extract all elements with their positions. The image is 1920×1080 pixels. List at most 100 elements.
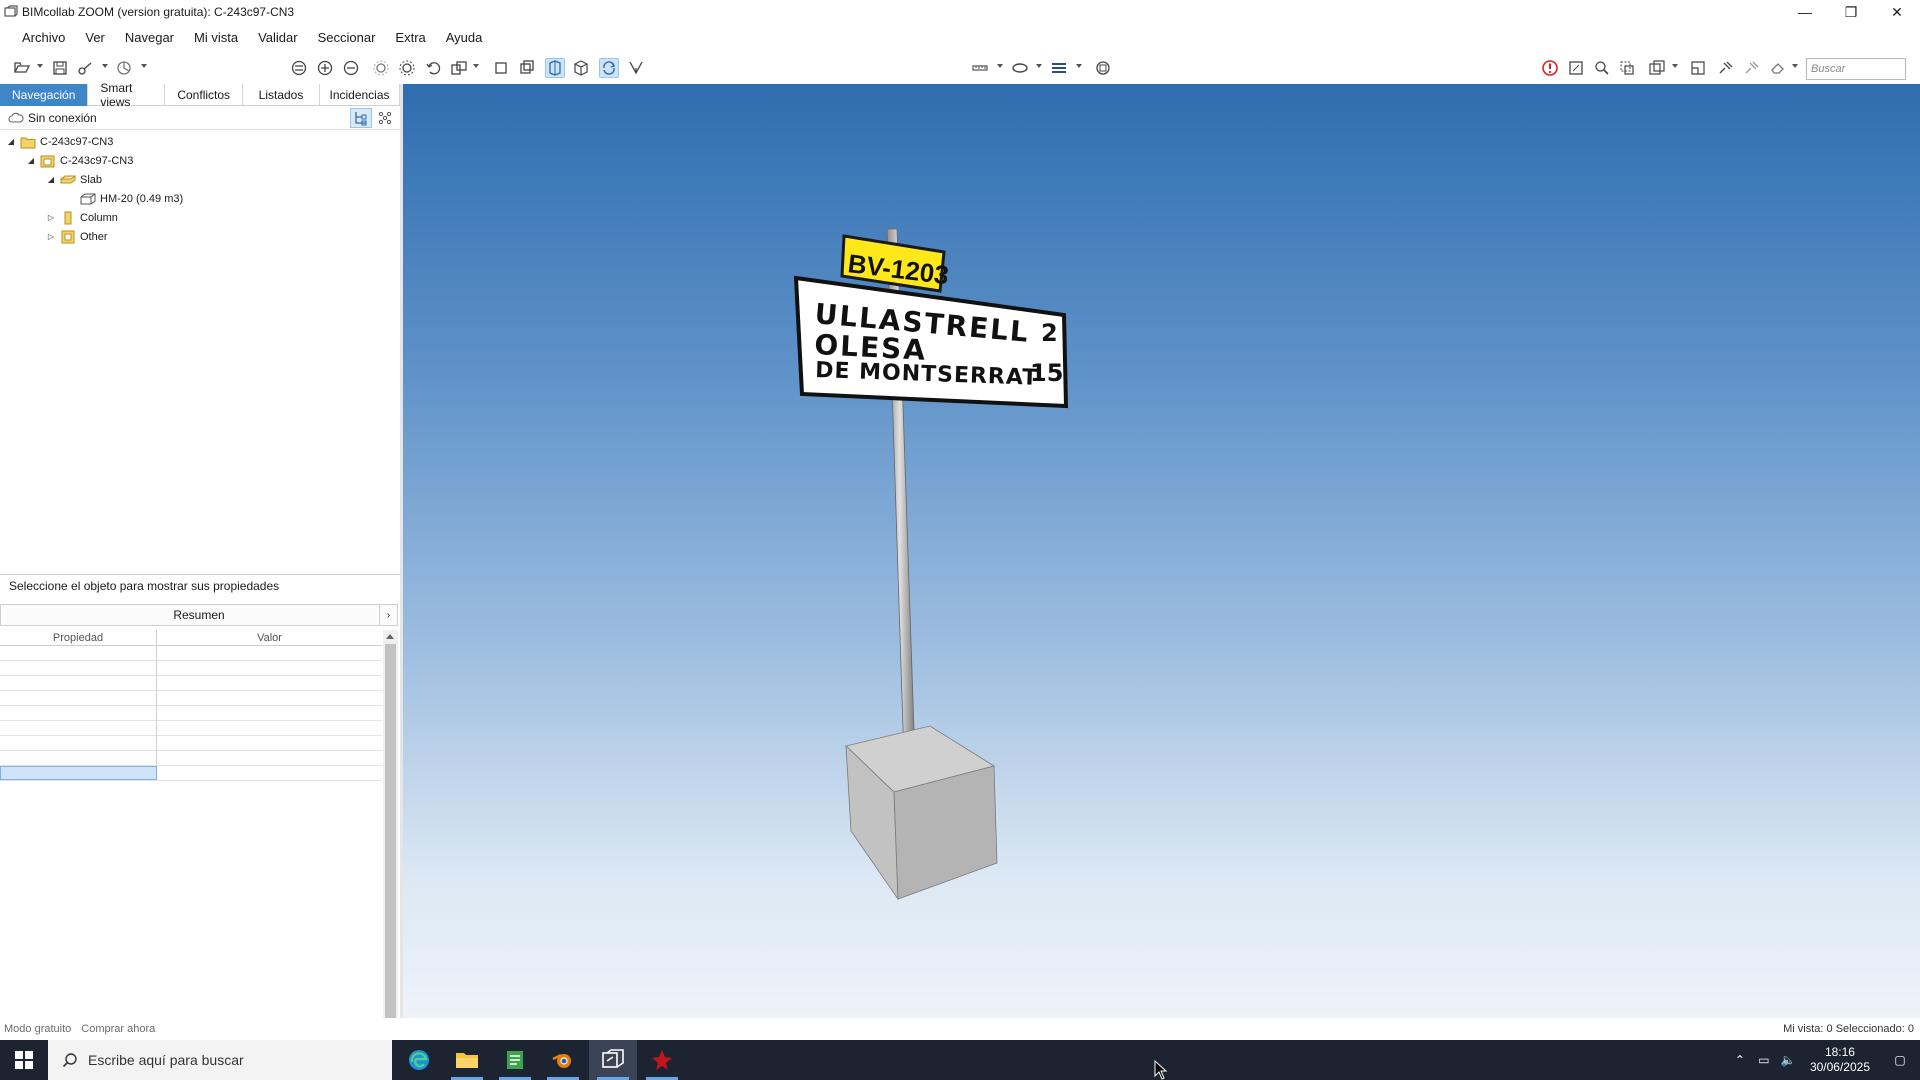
scroll-up-arrow[interactable] [386, 634, 394, 639]
notifications-icon[interactable]: ▢ [1880, 1053, 1920, 1067]
zoom-selection-icon[interactable] [1592, 58, 1612, 78]
taskbar-clock[interactable]: 18:16 30/06/2025 [1800, 1045, 1880, 1075]
share-icon[interactable] [114, 58, 134, 78]
menu-seccionar[interactable]: Seccionar [308, 30, 386, 45]
collapse-toggle[interactable]: ◢ [26, 156, 36, 166]
view-presets-icon[interactable] [449, 58, 469, 78]
tree-node-label: HM-20 (0.49 m3) [100, 192, 184, 205]
measure-icon[interactable] [970, 58, 990, 78]
taskbar-app-red[interactable] [638, 1040, 686, 1080]
chevron-up-icon[interactable]: ⌃ [1728, 1053, 1752, 1067]
column-header-property[interactable]: Propiedad [0, 630, 157, 645]
tree-node-project[interactable]: ◢ C-243c97-CN3 [0, 132, 400, 151]
close-button[interactable]: ✕ [1874, 0, 1920, 24]
menu-mi-vista[interactable]: Mi vista [184, 30, 248, 45]
open-icon[interactable] [12, 58, 32, 78]
section-box-icon[interactable] [517, 58, 537, 78]
collapse-toggle[interactable]: ◢ [46, 175, 56, 185]
fit-view-icon[interactable] [289, 58, 309, 78]
section-plane-icon[interactable] [545, 58, 565, 78]
tab-smart-views[interactable]: Smart views [88, 81, 166, 109]
restore-button[interactable]: ❐ [1828, 0, 1874, 24]
tab-navegacion[interactable]: Navegación [0, 84, 89, 106]
table-row [0, 661, 382, 676]
chevron-right-icon[interactable]: › [379, 605, 397, 625]
expand-toggle[interactable]: ▷ [46, 232, 56, 242]
camera-icon[interactable] [1093, 58, 1113, 78]
walk-icon[interactable] [626, 58, 646, 78]
box-select-icon[interactable] [491, 58, 511, 78]
table-row [0, 706, 382, 721]
edge-icon [409, 1050, 429, 1070]
undo-view-icon[interactable] [424, 58, 444, 78]
menu-navegar[interactable]: Navegar [115, 30, 184, 45]
link-icon[interactable] [76, 58, 96, 78]
orbit-icon[interactable] [599, 58, 619, 78]
title-bar: BIMcollab ZOOM (version gratuita): C-243… [0, 0, 1920, 24]
column-header-value[interactable]: Valor [157, 630, 382, 645]
light-on-icon[interactable] [397, 58, 417, 78]
expand-toggle[interactable]: ▷ [46, 213, 56, 223]
tab-conflictos[interactable]: Conflictos [165, 84, 244, 106]
bimcollab-window: BIMcollab ZOOM (version gratuita): C-243… [0, 0, 1920, 1080]
tree-node-hm20[interactable]: HM-20 (0.49 m3) [0, 189, 400, 208]
lines-icon[interactable] [1049, 58, 1069, 78]
markup-icon[interactable] [1742, 58, 1762, 78]
zoom-in-icon[interactable] [315, 58, 335, 78]
minimize-button[interactable]: — [1782, 0, 1828, 24]
zoom-out-icon[interactable] [341, 58, 361, 78]
slab-icon [60, 175, 76, 183]
properties-scrollbar[interactable] [383, 630, 398, 1080]
tree-view-button[interactable] [350, 108, 372, 128]
screenshot-icon[interactable] [1566, 58, 1586, 78]
search-input[interactable]: Buscar [1806, 58, 1906, 80]
menu-ver[interactable]: Ver [75, 30, 115, 45]
taskbar-file-explorer[interactable] [443, 1040, 491, 1080]
floor-plan-icon[interactable] [1688, 58, 1708, 78]
buy-now-link[interactable]: Comprar ahora [81, 1023, 155, 1035]
road-number-plate[interactable]: BV-1203 [840, 234, 950, 293]
menu-archivo[interactable]: Archivo [12, 30, 75, 45]
start-button[interactable] [0, 1040, 48, 1080]
concrete-base[interactable] [845, 725, 998, 901]
tab-listados[interactable]: Listados [243, 84, 320, 106]
table-row [0, 646, 382, 661]
blender-icon [552, 1053, 571, 1068]
menu-ayuda[interactable]: Ayuda [436, 30, 493, 45]
tree-node-label: C-243c97-CN3 [60, 154, 134, 167]
tree-node-other[interactable]: ▷ Other [0, 227, 400, 246]
ellipse-icon[interactable] [1010, 58, 1030, 78]
3d-scene[interactable]: BV-1203 ULLASTRELL OLESA DE MONTSERRAT 2… [403, 84, 1920, 1018]
collapse-toggle[interactable]: ◢ [6, 137, 16, 147]
light-off-icon[interactable] [371, 58, 391, 78]
tree-node-model[interactable]: ◢ C-243c97-CN3 [0, 151, 400, 170]
table-row-selected[interactable] [0, 766, 382, 781]
eraser-icon[interactable] [1768, 58, 1788, 78]
menu-validar[interactable]: Validar [248, 30, 308, 45]
3d-viewport[interactable]: BV-1203 ULLASTRELL OLESA DE MONTSERRAT 2… [403, 84, 1920, 1018]
other-icon [61, 230, 75, 243]
taskbar-notepad[interactable] [491, 1040, 539, 1080]
taskbar-search[interactable]: Escribe aquí para buscar [48, 1040, 392, 1080]
taskbar-edge[interactable] [395, 1040, 443, 1080]
no-toggle [66, 194, 76, 204]
tree-node-column[interactable]: ▷ Column [0, 208, 400, 227]
visibility-icon[interactable] [1647, 58, 1667, 78]
tab-incidencias[interactable]: Incidencias [320, 84, 400, 106]
network-icon[interactable]: ▭ [1752, 1053, 1776, 1067]
issue-alert-icon[interactable] [1540, 58, 1560, 78]
speaker-icon[interactable]: 🔈 [1776, 1053, 1800, 1067]
cube-icon[interactable] [571, 58, 591, 78]
isolate-icon[interactable] [1617, 58, 1637, 78]
summary-header[interactable]: Resumen › [0, 604, 398, 626]
tree-node-label: Column [80, 211, 118, 224]
menu-extra[interactable]: Extra [385, 30, 435, 45]
taskbar-blender[interactable] [539, 1040, 587, 1080]
flat-view-button[interactable] [374, 108, 396, 128]
save-icon[interactable] [50, 58, 70, 78]
tree-node-slab[interactable]: ◢ Slab [0, 170, 400, 189]
pin-icon[interactable] [1716, 58, 1736, 78]
taskbar-bimcollab[interactable] [589, 1040, 637, 1080]
direction-sign[interactable]: ULLASTRELL OLESA DE MONTSERRAT 2 15 [793, 275, 1069, 409]
scroll-thumb[interactable] [385, 644, 396, 1080]
